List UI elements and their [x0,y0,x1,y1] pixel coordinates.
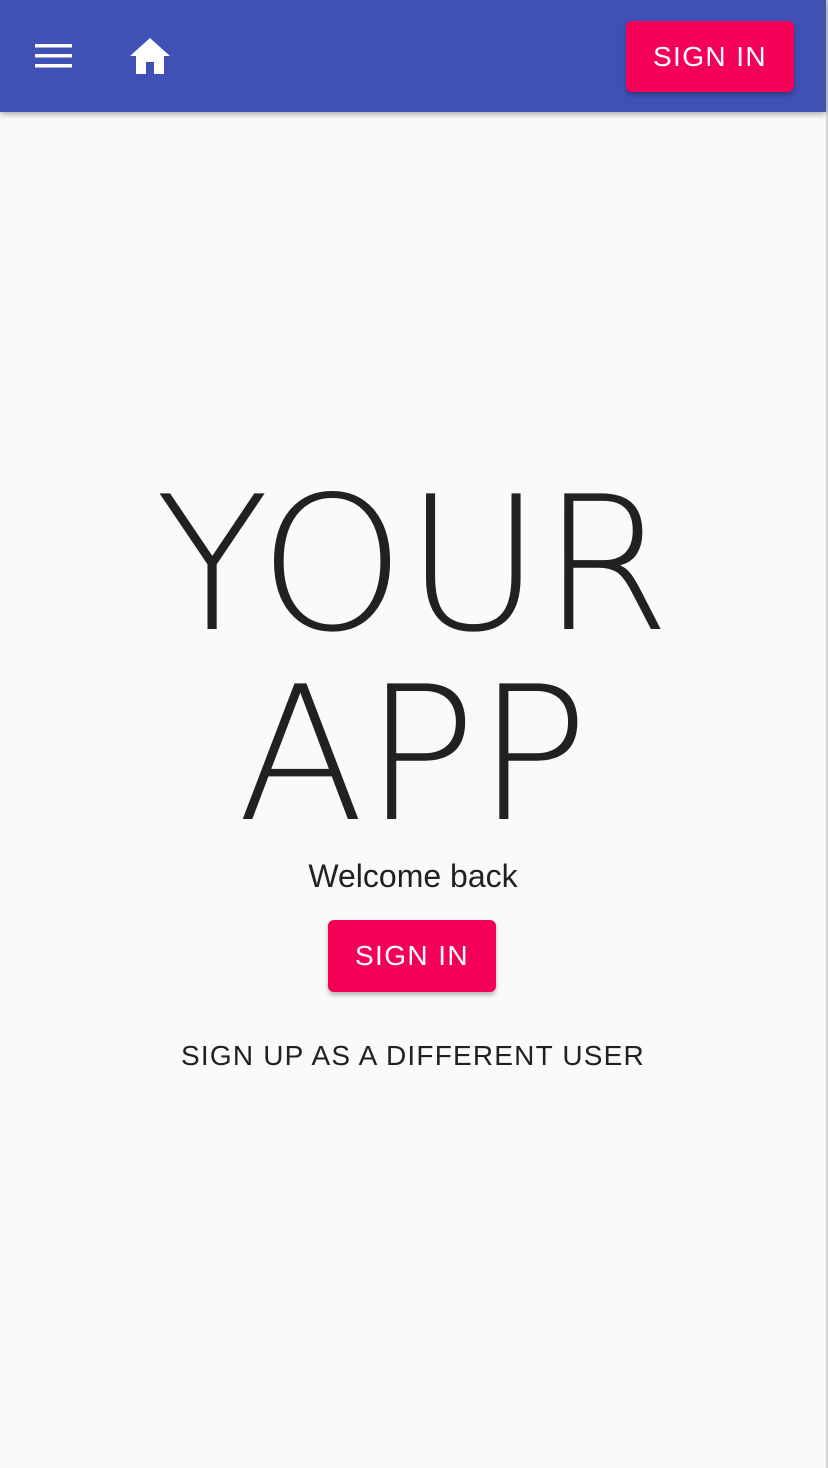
home-button[interactable] [124,30,176,82]
menu-button[interactable] [24,30,84,82]
welcome-text: Welcome back [308,858,518,894]
app-bar: SIGN IN [0,0,826,112]
app-title: YOUR APP [0,470,826,850]
hero: YOUR APP [0,470,826,850]
app-title-line-2: APP [237,646,589,863]
home-icon [130,38,170,74]
hamburger-menu-icon [35,44,72,68]
sign-up-different-user-link[interactable]: SIGN UP AS A DIFFERENT USER [0,1040,826,1072]
appbar-sign-in-button[interactable]: SIGN IN [626,21,794,92]
sign-in-button[interactable]: SIGN IN [328,920,496,992]
app-title-line-1: YOUR [155,456,671,673]
